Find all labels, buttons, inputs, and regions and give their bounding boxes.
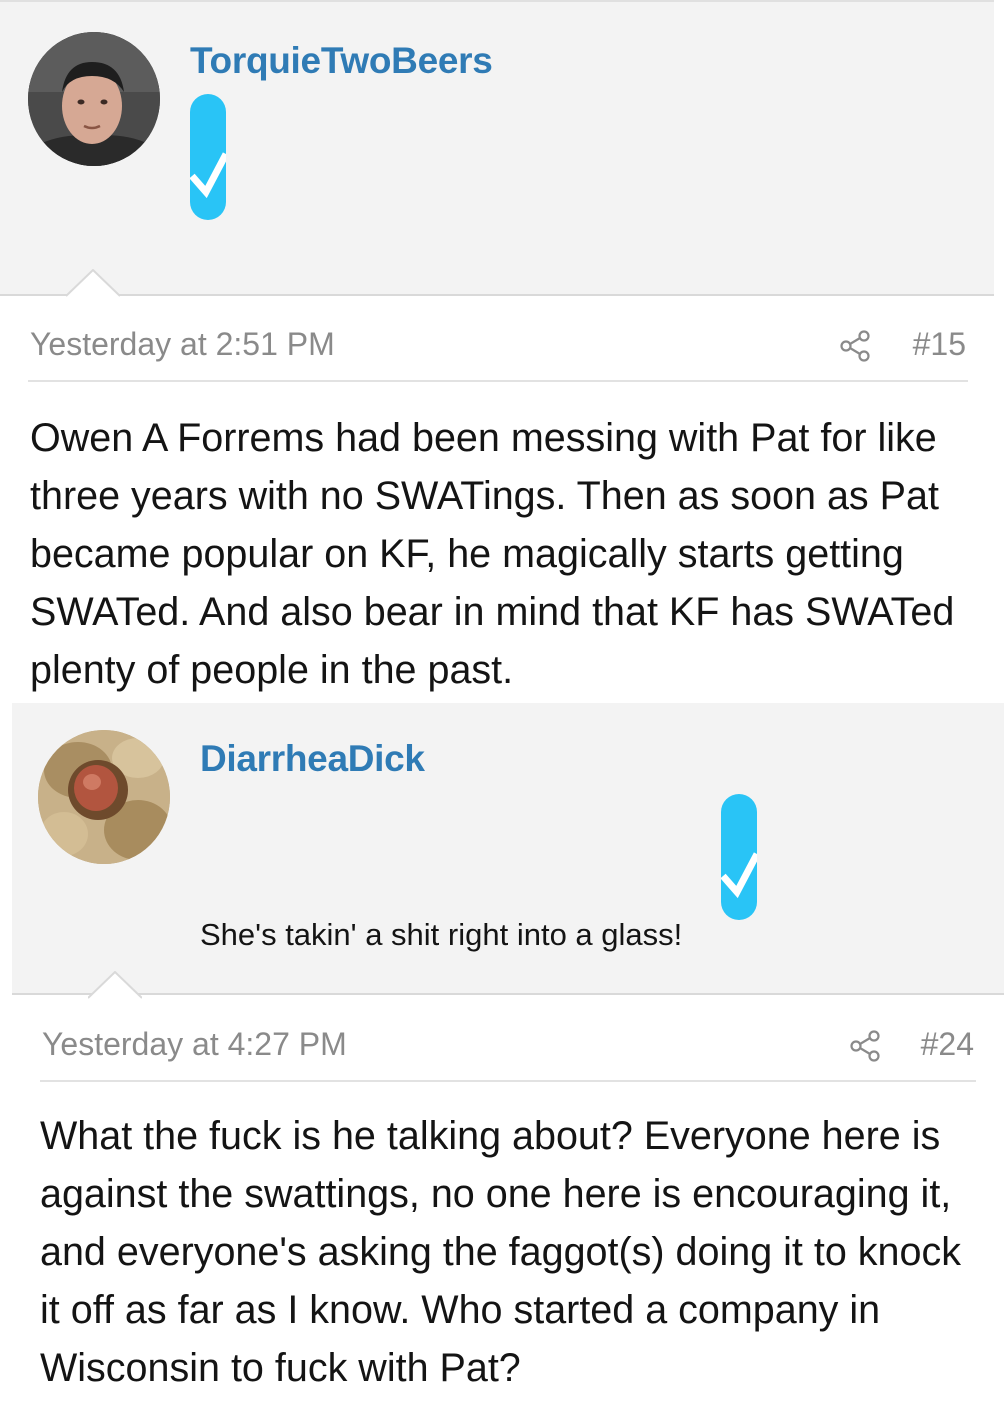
user-custom-title: She's takin' a shit right into a glass! <box>200 917 683 952</box>
post-number-link[interactable]: #24 <box>921 1026 974 1063</box>
post-body: What the fuck is he talking about? Every… <box>40 1114 961 1390</box>
speech-arrow <box>87 970 143 999</box>
post-date[interactable]: Yesterday at 4:27 PM <box>42 1026 347 1063</box>
user-info-panel: DiarrheaDick She's takin' a shit right i… <box>12 703 1004 999</box>
post-body: Owen A Forrems had been messing with Pat… <box>30 416 955 692</box>
user-avatar[interactable] <box>38 730 170 864</box>
avatar-image <box>28 32 160 166</box>
verified-badge-icon <box>720 794 761 920</box>
post-15: TorquieTwoBeers Yesterday at 2:51 PM #15… <box>0 0 1006 700</box>
verified-badge-icon <box>189 94 230 220</box>
share-icon[interactable] <box>840 330 872 362</box>
post-meta: Yesterday at 4:27 PM #24 <box>40 1024 976 1082</box>
user-avatar[interactable] <box>28 32 160 166</box>
username[interactable]: DiarrheaDick <box>200 738 425 780</box>
share-icon[interactable] <box>850 1030 882 1062</box>
post-number-link[interactable]: #15 <box>913 326 966 363</box>
user-info-panel: TorquieTwoBeers <box>0 0 994 297</box>
avatar-image <box>38 730 170 864</box>
speech-arrow <box>65 268 121 297</box>
post-24: DiarrheaDick She's takin' a shit right i… <box>0 700 1006 1415</box>
post-date[interactable]: Yesterday at 2:51 PM <box>30 326 335 363</box>
post-meta: Yesterday at 2:51 PM #15 <box>28 324 968 382</box>
username[interactable]: TorquieTwoBeers <box>190 40 493 82</box>
